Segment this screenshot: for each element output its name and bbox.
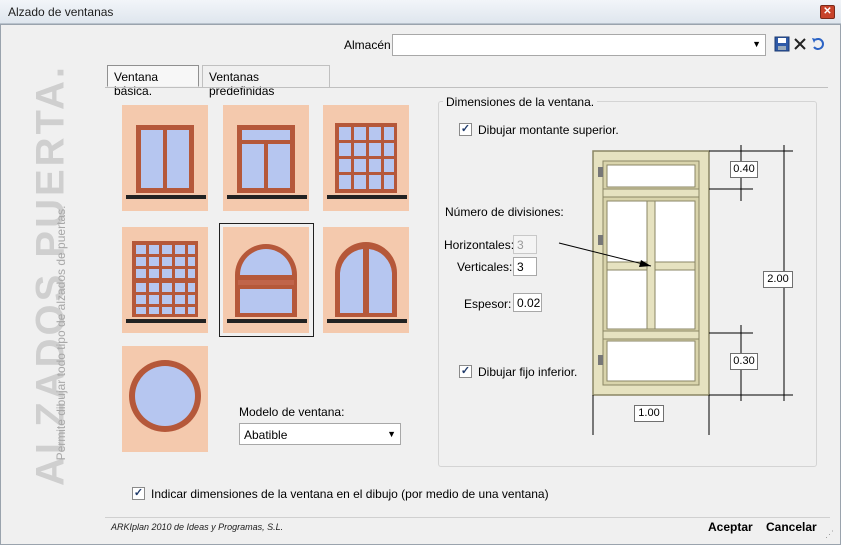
undo-icon[interactable]	[810, 36, 826, 52]
dim-top: 0.40	[730, 161, 758, 178]
tab-divider	[105, 87, 828, 88]
montante-checkbox[interactable]: ✓	[459, 123, 472, 136]
modelo-label: Modelo de ventana:	[239, 405, 345, 419]
close-button[interactable]: ✕	[820, 5, 835, 19]
indicar-label: Indicar dimensiones de la ventana en el …	[151, 487, 549, 501]
chevron-down-icon: ▼	[387, 429, 396, 439]
indicar-checkbox[interactable]: ✓	[132, 487, 145, 500]
almacen-select[interactable]: ▼	[392, 34, 766, 56]
window-title: Alzado de ventanas	[8, 5, 114, 19]
dimensions-title: Dimensiones de la ventana.	[443, 95, 598, 109]
espesor-label: Espesor:	[464, 297, 512, 311]
verticales-input[interactable]: 3	[513, 257, 537, 276]
title-bar: Alzado de ventanas ✕	[0, 0, 841, 24]
dim-width: 1.00	[634, 405, 664, 422]
tab-ventana-basica[interactable]: Ventana básica.	[107, 65, 199, 98]
dialog-body: ALZADOS PUERTA. Permite dibujar todo tip…	[0, 24, 841, 545]
almacen-label: Almacén	[344, 38, 391, 52]
espesor-input[interactable]: 0.02	[513, 293, 542, 312]
fijo-checkbox[interactable]: ✓	[459, 365, 472, 378]
thumb-arched-two-pane[interactable]	[323, 227, 409, 333]
dim-bottom: 0.30	[730, 353, 758, 370]
sidebar-banner: ALZADOS PUERTA. Permite dibujar todo tip…	[11, 25, 91, 520]
verticales-label: Verticales:	[457, 260, 513, 274]
chevron-down-icon: ▼	[752, 39, 761, 49]
horizontales-input[interactable]: 3	[513, 235, 537, 254]
thumb-arched-with-transom[interactable]	[223, 227, 309, 333]
thumb-grid-16-panes[interactable]	[323, 105, 409, 211]
thumb-two-pane-casement[interactable]	[122, 105, 208, 211]
sidebar-sub-text: Permite dibujar todo tipo de alzados de …	[54, 205, 68, 461]
cancel-button[interactable]: Cancelar	[766, 520, 817, 534]
thumb-round-window[interactable]	[122, 346, 208, 452]
dim-height: 2.00	[763, 271, 793, 288]
delete-icon[interactable]	[792, 36, 808, 52]
tab-ventanas-predefinidas[interactable]: Ventanas predefinidas	[202, 65, 330, 98]
copyright-text: ARKIplan 2010 de Ideas y Programas, S.L.	[111, 522, 284, 532]
save-icon[interactable]	[774, 36, 790, 52]
horizontales-label: Horizontales:	[444, 238, 515, 252]
accept-button[interactable]: Aceptar	[708, 520, 753, 534]
modelo-select[interactable]: Abatible ▼	[239, 423, 401, 445]
footer-divider	[105, 517, 830, 518]
thumb-sash-grid-window[interactable]	[122, 227, 208, 333]
thumb-two-pane-with-transom[interactable]	[223, 105, 309, 211]
resize-grip-icon[interactable]: ⋰	[825, 529, 834, 540]
modelo-value: Abatible	[244, 428, 288, 442]
